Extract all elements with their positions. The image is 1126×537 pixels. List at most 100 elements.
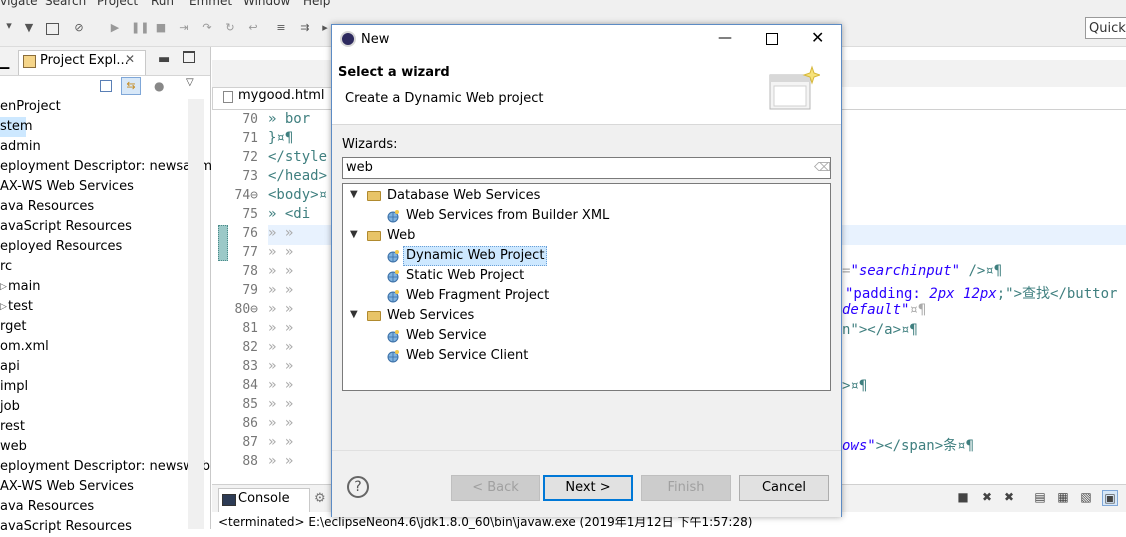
menu-search[interactable]: Search <box>45 0 86 8</box>
project-tree-item[interactable]: AX-WS Web Services <box>0 177 186 197</box>
terminate-icon[interactable]: ■ <box>956 490 970 504</box>
project-tree-item[interactable]: enProject <box>0 97 186 117</box>
dialog-close-icon[interactable]: ✕ <box>811 28 824 47</box>
scroll-lock-icon[interactable]: ▦ <box>1056 490 1070 504</box>
wizard-item[interactable]: Web Service Client <box>406 346 528 366</box>
clear-console-icon[interactable]: ▤ <box>1033 490 1047 504</box>
project-tree-item-label: api <box>0 359 20 374</box>
project-tree-item[interactable]: eployment Descriptor: newsadm <box>0 157 212 177</box>
use-step-filters-icon[interactable]: ⇉ <box>298 21 312 35</box>
project-tree-item[interactable]: admin <box>0 137 186 157</box>
minimize-icon[interactable]: ▬ <box>158 52 170 67</box>
wizard-category[interactable]: Web Services <box>387 306 474 326</box>
wizard-page-description: Create a Dynamic Web project <box>345 91 544 106</box>
code-line: » » <box>268 320 294 336</box>
project-tree-item[interactable]: ava Resources <box>0 497 186 517</box>
wizard-globe-icon <box>386 249 400 263</box>
project-tree-item[interactable]: avaScript Resources <box>0 517 186 537</box>
project-tree-item[interactable]: avaScript Resources <box>0 217 186 237</box>
suspend-icon[interactable]: ❚❚ <box>131 21 149 35</box>
remove-launch-icon[interactable]: ✖ <box>980 490 994 504</box>
project-tree-item[interactable]: rest <box>0 417 186 437</box>
new-icon[interactable]: ▾ <box>2 19 16 33</box>
project-tree-item[interactable]: job <box>0 397 186 417</box>
drop-frame-icon[interactable]: ≡ <box>274 21 288 35</box>
step-over-icon[interactable]: ↻ <box>223 21 237 35</box>
pin-console-icon[interactable]: ▣ <box>1102 490 1118 506</box>
save-icon[interactable] <box>46 23 59 35</box>
project-tree-item[interactable]: api <box>0 357 186 377</box>
collapse-chevron-icon[interactable]: ▼ <box>350 189 358 200</box>
code-line: » » <box>268 244 294 260</box>
skip-breakpoints-icon[interactable]: ⊘ <box>72 21 86 35</box>
wizard-filter-input[interactable]: web <box>342 157 831 179</box>
project-tree-item-label: job <box>0 399 20 414</box>
collapse-chevron-icon[interactable]: ▼ <box>350 229 358 240</box>
wizard-category[interactable]: Database Web Services <box>387 186 540 206</box>
help-icon[interactable]: ? <box>347 476 369 498</box>
filters-icon[interactable]: ● <box>154 79 164 93</box>
code-token: ;">查找</buttor <box>996 286 1118 302</box>
project-tree-item-label: rget <box>0 319 27 334</box>
dialog-maximize-icon[interactable] <box>766 33 778 45</box>
external-tools-icon[interactable]: ▸ <box>318 21 332 35</box>
project-tree-item-label: web <box>0 439 27 454</box>
wizard-item[interactable]: Dynamic Web Project <box>403 246 548 266</box>
wizard-globe-icon <box>386 329 400 343</box>
servers-icon[interactable]: ⚙ <box>314 491 326 506</box>
project-tree-item[interactable]: eployed Resources <box>0 237 186 257</box>
menu-help[interactable]: Help <box>303 0 330 8</box>
next-button[interactable]: Next > <box>543 475 633 501</box>
wizard-item[interactable]: Web Service <box>406 326 487 346</box>
wizard-item[interactable]: Web Fragment Project <box>406 286 549 306</box>
view-menu-icon[interactable]: ▁ <box>0 55 9 69</box>
back-button[interactable]: < Back <box>451 475 540 501</box>
quick-access-input[interactable]: Quick A <box>1085 17 1126 39</box>
project-tree-item[interactable]: rc <box>0 257 186 277</box>
project-tree-item[interactable]: ava Resources <box>0 197 186 217</box>
project-tree-item[interactable]: ▷ main <box>0 277 186 297</box>
step-return-icon[interactable]: ↩ <box>246 21 260 35</box>
clear-filter-icon[interactable]: ⌫ <box>814 161 831 173</box>
expand-chevron-icon[interactable]: ▷ <box>0 277 7 297</box>
link-with-editor-icon[interactable]: ⇆ <box>121 77 141 95</box>
view-menu-chevron-icon[interactable]: ▽ <box>186 77 194 88</box>
project-tree-item[interactable]: AX-WS Web Services <box>0 477 186 497</box>
resume-icon[interactable]: ▶ <box>108 21 122 35</box>
finish-button[interactable]: Finish <box>641 475 731 501</box>
dropdown-icon[interactable]: ▼ <box>22 21 36 35</box>
wizard-item[interactable]: Web Services from Builder XML <box>406 206 609 226</box>
project-tree-item-label: eployment Descriptor: newsweb <box>0 459 210 474</box>
project-tree-item[interactable]: web <box>0 437 186 457</box>
menu-run[interactable]: Run <box>151 0 174 8</box>
project-tree-item[interactable]: ▷ test <box>0 297 186 317</box>
project-tree-item[interactable]: impl <box>0 377 186 397</box>
menu-project[interactable]: Project <box>97 0 138 8</box>
cancel-button[interactable]: Cancel <box>739 475 829 501</box>
project-tree-item-label: rest <box>0 419 25 434</box>
project-tree-item[interactable]: rget <box>0 317 186 337</box>
project-tree-item[interactable]: eployment Descriptor: newsweb <box>0 457 210 477</box>
project-explorer-scrollbar[interactable] <box>188 99 204 529</box>
project-tree-item-label: ava Resources <box>0 199 95 214</box>
dialog-minimize-icon[interactable]: — <box>718 30 732 46</box>
maximize-icon[interactable] <box>183 51 195 63</box>
expand-chevron-icon[interactable]: ▷ <box>0 297 7 317</box>
wizard-item[interactable]: Static Web Project <box>406 266 524 286</box>
word-wrap-icon[interactable]: ▧ <box>1079 490 1093 504</box>
terminate-icon[interactable]: ■ <box>154 21 168 35</box>
wizard-category[interactable]: Web <box>387 226 415 246</box>
project-tree-item[interactable]: stem <box>0 117 33 137</box>
collapse-chevron-icon[interactable]: ▼ <box>350 309 358 320</box>
menu-navigate[interactable]: vigate <box>0 0 38 8</box>
menu-emmet[interactable]: Emmet <box>189 0 232 8</box>
remove-all-icon[interactable]: ✖ <box>1002 490 1016 504</box>
disconnect-icon[interactable]: ⇥ <box>177 21 191 35</box>
collapse-all-icon[interactable] <box>100 80 112 92</box>
project-tree-item[interactable]: om.xml <box>0 337 186 357</box>
line-number: 72 <box>242 150 258 165</box>
step-into-icon[interactable]: ↷ <box>200 21 214 35</box>
menu-window[interactable]: Window <box>243 0 290 8</box>
close-icon[interactable]: ✕ <box>125 52 135 66</box>
code-line: <body>¤ <box>268 187 328 203</box>
